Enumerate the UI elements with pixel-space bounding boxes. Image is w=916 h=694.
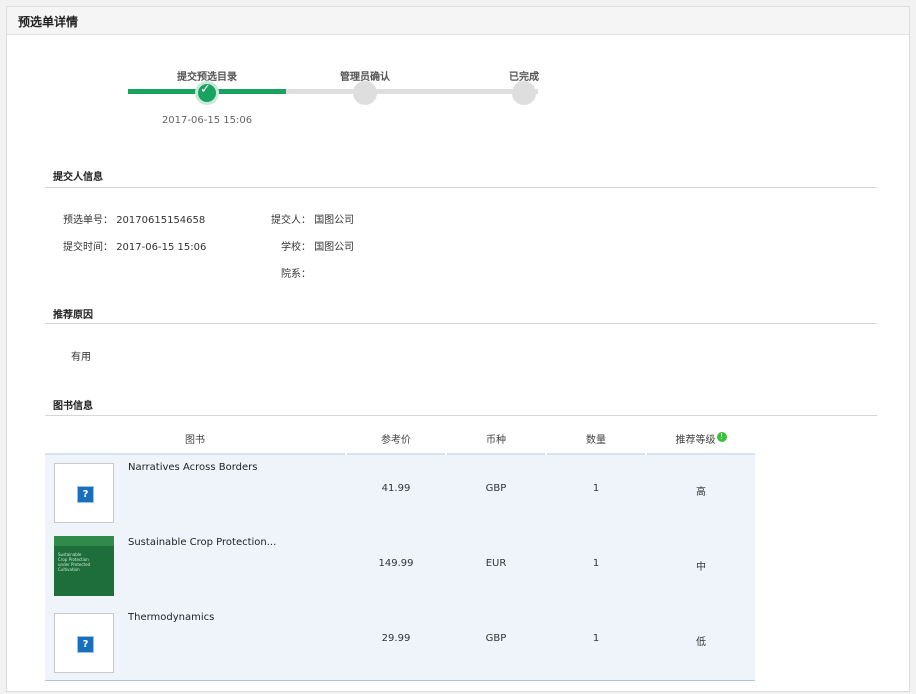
reason-section-title: 推荐原因 bbox=[53, 310, 93, 321]
book-quantity: 1 bbox=[592, 483, 600, 494]
check-icon: ✓ bbox=[200, 82, 211, 97]
book-level: 高 bbox=[696, 487, 706, 498]
col-header-level-label: 推荐等级 bbox=[675, 435, 716, 446]
step-circle-admin-confirm bbox=[353, 81, 377, 105]
department-row: 院系： bbox=[267, 265, 311, 280]
department-label: 院系： bbox=[281, 269, 311, 280]
table-row: Sustainable Crop Protection under Protecte… bbox=[45, 530, 755, 605]
book-price: 29.99 bbox=[381, 633, 411, 644]
book-title: Thermodynamics bbox=[128, 612, 215, 623]
reason-text: 有用 bbox=[71, 352, 91, 363]
preselection-detail-panel: 预选单详情 提交预选目录 管理员确认 已完成 ✓ 2017-06-15 15:0… bbox=[6, 6, 910, 692]
book-currency: GBP bbox=[485, 633, 507, 644]
panel-header: 预选单详情 bbox=[7, 7, 909, 35]
book-title: Narratives Across Borders bbox=[128, 462, 258, 473]
step-circle-completed bbox=[512, 81, 536, 105]
col-header-level: 推荐等级! bbox=[647, 428, 755, 455]
book-cover-image: Sustainable Crop Protection under Protecte… bbox=[54, 536, 114, 596]
progress-track-pending bbox=[286, 89, 538, 94]
book-level: 中 bbox=[696, 562, 706, 573]
section-divider bbox=[45, 187, 877, 188]
table-row: ? Thermodynamics 29.99 GBP 1 低 bbox=[45, 605, 755, 681]
col-header-quantity: 数量 bbox=[547, 428, 645, 455]
section-divider bbox=[45, 415, 877, 416]
col-header-price: 参考价 bbox=[347, 428, 445, 455]
books-table: 图书 参考价 币种 数量 推荐等级! ? Narratives Across B… bbox=[45, 428, 755, 681]
section-divider bbox=[45, 323, 877, 324]
order-number-label: 预选单号： bbox=[63, 215, 113, 226]
page-title: 预选单详情 bbox=[18, 15, 79, 29]
book-price: 149.99 bbox=[378, 558, 414, 569]
submitter-section-title: 提交人信息 bbox=[53, 172, 103, 183]
col-header-currency: 币种 bbox=[447, 428, 545, 455]
step-circle-submit: ✓ bbox=[195, 81, 219, 105]
table-header: 图书 参考价 币种 数量 推荐等级! bbox=[45, 428, 755, 455]
school-value: 国图公司 bbox=[314, 242, 355, 253]
submit-time-value: 2017-06-15 15:06 bbox=[116, 242, 207, 253]
submit-time-row: 提交时间： 2017-06-15 15:06 bbox=[63, 238, 206, 253]
book-quantity: 1 bbox=[592, 633, 600, 644]
image-placeholder-icon: ? bbox=[77, 636, 94, 653]
submitter-row: 提交人： 国图公司 bbox=[267, 211, 354, 226]
book-cover-placeholder: ? bbox=[54, 613, 114, 673]
book-level: 低 bbox=[696, 637, 706, 648]
school-label: 学校： bbox=[281, 242, 311, 253]
books-section-title: 图书信息 bbox=[53, 401, 93, 412]
book-title: Sustainable Crop Protection... bbox=[128, 537, 277, 548]
book-cover-placeholder: ? bbox=[54, 463, 114, 523]
book-currency: GBP bbox=[485, 483, 507, 494]
submitter-value: 国图公司 bbox=[314, 215, 355, 226]
info-icon[interactable]: ! bbox=[716, 431, 727, 442]
order-number-row: 预选单号： 20170615154658 bbox=[63, 211, 205, 226]
book-currency: EUR bbox=[485, 558, 507, 569]
submitter-label: 提交人： bbox=[271, 215, 311, 226]
book-price: 41.99 bbox=[381, 483, 411, 494]
school-row: 学校： 国图公司 bbox=[267, 238, 354, 253]
order-number-value: 20170615154658 bbox=[116, 215, 206, 226]
table-row: ? Narratives Across Borders 41.99 GBP 1 … bbox=[45, 455, 755, 530]
image-placeholder-icon: ? bbox=[77, 486, 94, 503]
book-quantity: 1 bbox=[592, 558, 600, 569]
submit-time-label: 提交时间： bbox=[63, 242, 113, 253]
step-time-submit: 2017-06-15 15:06 bbox=[161, 115, 253, 126]
table-body: ? Narratives Across Borders 41.99 GBP 1 … bbox=[45, 455, 755, 681]
col-header-book: 图书 bbox=[45, 428, 345, 455]
